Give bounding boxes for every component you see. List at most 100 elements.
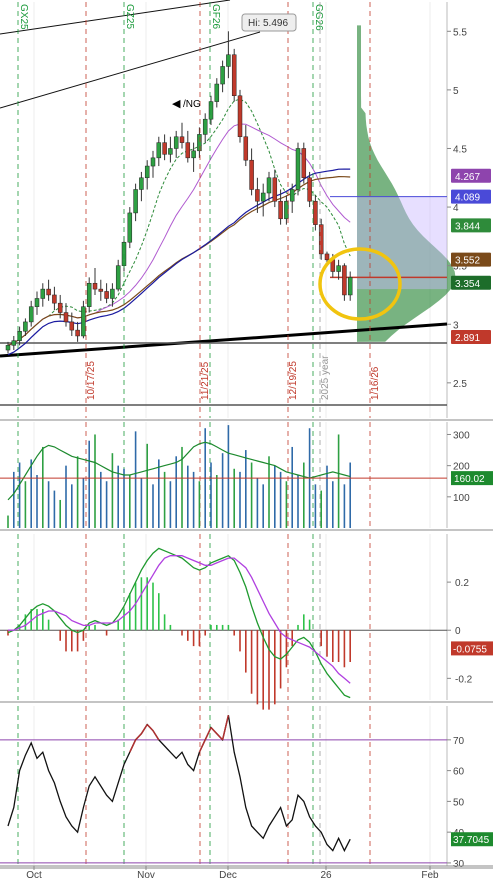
rsi-tick-label: 70	[453, 736, 465, 747]
volume-last-label: 160.02	[454, 474, 485, 485]
candle-body	[278, 200, 283, 220]
price-badge-label: 4.089	[455, 193, 480, 204]
hi-callout: Hi: 5.496	[241, 13, 297, 32]
event-label: 1/16/26	[370, 366, 381, 400]
symbol-label: ◀ /NG	[172, 98, 201, 110]
price-badge-label: 2.891	[455, 333, 480, 344]
event-label: GX25	[18, 4, 29, 30]
candle-body	[110, 288, 115, 299]
candle-body	[81, 306, 86, 337]
price-tick-label: 3	[453, 320, 459, 331]
candle-body	[307, 177, 312, 202]
candle-body	[295, 148, 301, 190]
x-tick-label: Feb	[421, 870, 439, 881]
candle-body	[5, 345, 11, 351]
candle-body	[52, 294, 57, 304]
candle-body	[34, 298, 40, 307]
candle-body	[115, 265, 121, 290]
event-label: 12/19/25	[288, 361, 299, 400]
candle-body	[336, 265, 341, 272]
rsi-axis: 304050607037.7045	[447, 736, 493, 870]
candle-body	[11, 340, 17, 346]
candle-body	[237, 95, 243, 138]
candle-body	[173, 136, 179, 149]
candle-body	[179, 136, 185, 143]
candle-body	[226, 54, 231, 67]
candle-body	[313, 200, 318, 225]
price-badge-label: 3.552	[455, 256, 480, 267]
price-badges: 4.267 4.089 3.844 3.552 3.354 2.891	[451, 168, 491, 345]
candle-body	[23, 321, 28, 332]
event-label: 11/21/25	[200, 361, 211, 400]
panel-background	[0, 422, 447, 528]
candle-body	[191, 150, 196, 159]
x-tick-label: 26	[320, 870, 332, 881]
candle-body	[156, 142, 162, 159]
candle-body	[342, 265, 347, 296]
macd-tick-label: 0	[455, 626, 461, 637]
panel-background	[0, 706, 447, 866]
candle-body	[98, 288, 104, 292]
chart: GX25 GZ25 GF26 GG26 10/17/25 11/21/25 12/19/25…	[0, 0, 493, 881]
price-tick-label: 5	[453, 86, 459, 97]
rsi-tick-label: 30	[453, 859, 465, 870]
event-label: 2025 year	[320, 355, 331, 400]
event-label: 10/17/25	[86, 361, 97, 400]
candle-body	[46, 288, 51, 296]
candle-body	[168, 148, 173, 155]
macd-axis: -0.2 0 0.2 -0.0755	[447, 578, 493, 685]
x-tick-label: Oct	[26, 870, 42, 881]
volume-tick-label: 100	[453, 493, 470, 504]
price-tick-label: 4	[453, 203, 459, 214]
candle-body	[301, 148, 307, 179]
candle-body	[272, 177, 278, 202]
candle-body	[202, 118, 208, 135]
candle-body	[243, 136, 249, 161]
price-badge-label: 3.354	[455, 279, 480, 290]
candle-body	[214, 83, 220, 102]
candle-body	[63, 312, 69, 323]
symbol-name: /NG	[183, 99, 201, 110]
candle-body	[260, 192, 266, 202]
candle-body	[220, 66, 225, 85]
candle-body	[133, 189, 138, 214]
candle-body	[231, 54, 237, 96]
candle-body	[57, 302, 63, 313]
price-badge-label: 4.267	[455, 172, 480, 183]
candle-body	[249, 159, 254, 190]
price-tick-label: 2.5	[453, 379, 467, 390]
macd-tick-label: 0.2	[455, 578, 469, 589]
candle-body	[347, 277, 353, 296]
candle-body	[28, 306, 34, 323]
event-label: GZ25	[124, 4, 135, 29]
price-tick-label: 4.5	[453, 144, 467, 155]
candle-body	[185, 142, 191, 159]
candle-body	[255, 189, 260, 202]
rsi-last-label: 37.7045	[453, 835, 490, 846]
candle-body	[144, 165, 150, 179]
event-label: GG26	[313, 4, 324, 31]
candle-body	[266, 177, 272, 194]
rsi-tick-label: 50	[453, 797, 465, 808]
event-label: GF26	[210, 4, 221, 29]
price-panel: GX25 GZ25 GF26 GG26 10/17/25 11/21/25 12/19/25…	[0, 0, 493, 869]
price-badge-label: 3.844	[455, 221, 480, 232]
candle-body	[75, 329, 80, 337]
candle-body	[86, 282, 92, 307]
price-tick-label: 5.5	[453, 27, 467, 38]
volume-tick-label: 200	[453, 462, 470, 473]
x-tick-label: Nov	[137, 870, 155, 881]
macd-tick-label: -0.2	[455, 674, 473, 685]
hi-callout-label: Hi: 5.496	[248, 18, 288, 29]
candle-body	[40, 288, 46, 299]
price-grid	[0, 2, 493, 869]
x-tick-label: Dec	[219, 870, 237, 881]
candle-body	[104, 291, 109, 299]
candle-body	[127, 212, 133, 243]
macd-last-label: -0.0755	[453, 644, 487, 655]
candle-body	[324, 253, 330, 261]
candle-body	[162, 142, 167, 155]
volume-axis: 100 200 300 160.02	[447, 430, 493, 504]
candle-body	[150, 157, 156, 167]
rsi-tick-label: 60	[453, 767, 465, 778]
